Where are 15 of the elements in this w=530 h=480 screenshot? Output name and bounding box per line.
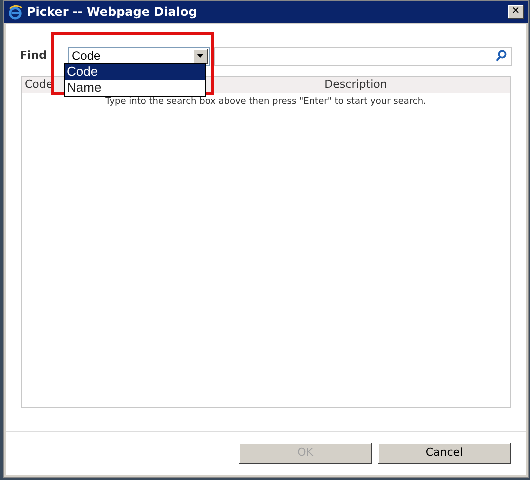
search-field[interactable]	[214, 46, 512, 66]
field-select[interactable]: Code	[68, 46, 210, 66]
dropdown-option[interactable]: Name	[65, 80, 205, 96]
dropdown-button[interactable]	[193, 48, 208, 64]
search-icon	[496, 50, 507, 62]
find-label: Find	[20, 48, 48, 64]
cancel-button[interactable]: Cancel	[378, 443, 511, 464]
select-value: Code	[72, 48, 102, 65]
window-title: Picker -- Webpage Dialog	[27, 4, 198, 21]
close-button[interactable]: ✕	[508, 5, 524, 19]
column-header: Description	[324, 78, 388, 91]
dropdown-option[interactable]: Code	[65, 64, 205, 80]
caret-icon	[197, 54, 204, 58]
empty-message: Type into the search box above then press "Enter" to start your search.	[104, 96, 428, 109]
browser-icon	[8, 4, 23, 20]
